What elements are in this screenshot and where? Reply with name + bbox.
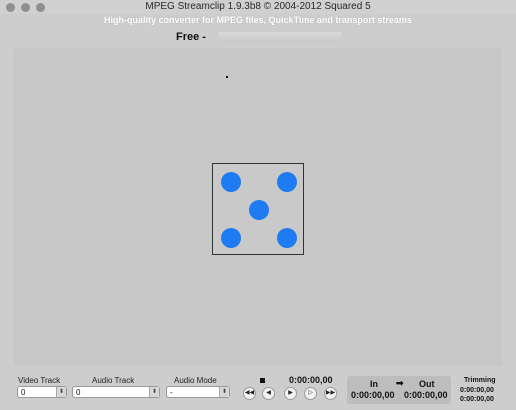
audio-mode-value: - <box>170 388 173 397</box>
dice-five-icon <box>212 163 304 255</box>
dropdown-arrow-icon: ⬍ <box>56 387 66 397</box>
rewind-button[interactable]: ◀◀ <box>243 387 256 400</box>
trimming-end: 0:00:00,00 <box>460 396 494 403</box>
arrow-right-icon: ➡ <box>396 378 404 388</box>
free-space-value <box>218 32 342 43</box>
title-bar: MPEG Streamclip 1.9.3b8 © 2004-2012 Squa… <box>0 0 516 14</box>
in-label: In <box>370 379 378 389</box>
free-space-label: Free - <box>176 31 206 43</box>
trimming-label: Trimming <box>464 377 496 384</box>
dropdown-arrow-icon: ⬍ <box>219 387 229 397</box>
pip-bottom-right <box>277 228 297 248</box>
video-track-value: 0 <box>21 388 26 397</box>
stop-icon[interactable] <box>260 378 265 383</box>
fast-forward-button[interactable]: ▶▶ <box>324 387 337 400</box>
pip-top-left <box>221 172 241 192</box>
out-time[interactable]: 0:00:00,00 <box>404 390 448 400</box>
current-time: 0:00:00,00 <box>289 375 333 385</box>
play-button[interactable]: ▶ <box>284 387 297 400</box>
audio-track-value: 0 <box>76 388 81 397</box>
out-label: Out <box>419 379 435 389</box>
video-track-label: Video Track <box>18 376 61 385</box>
app-window: MPEG Streamclip 1.9.3b8 © 2004-2012 Squa… <box>0 0 516 410</box>
step-forward-button[interactable]: ▷ <box>304 387 317 400</box>
pip-bottom-left <box>221 228 241 248</box>
audio-mode-select[interactable]: - ⬍ <box>166 386 230 398</box>
cursor-marker <box>226 76 228 78</box>
trimming-start: 0:00:00,00 <box>460 387 494 394</box>
video-track-select[interactable]: 0 ⬍ <box>17 386 67 398</box>
in-time[interactable]: 0:00:00,00 <box>351 390 395 400</box>
audio-mode-label: Audio Mode <box>174 376 217 385</box>
step-back-button[interactable]: ◀ <box>262 387 275 400</box>
audio-track-label: Audio Track <box>92 376 135 385</box>
pip-top-right <box>277 172 297 192</box>
dropdown-arrow-icon: ⬍ <box>149 387 159 397</box>
pip-center <box>249 200 269 220</box>
audio-track-select[interactable]: 0 ⬍ <box>72 386 160 398</box>
window-subtitle: High-quality converter for MPEG files, Q… <box>104 15 412 25</box>
window-title: MPEG Streamclip 1.9.3b8 © 2004-2012 Squa… <box>145 1 371 12</box>
